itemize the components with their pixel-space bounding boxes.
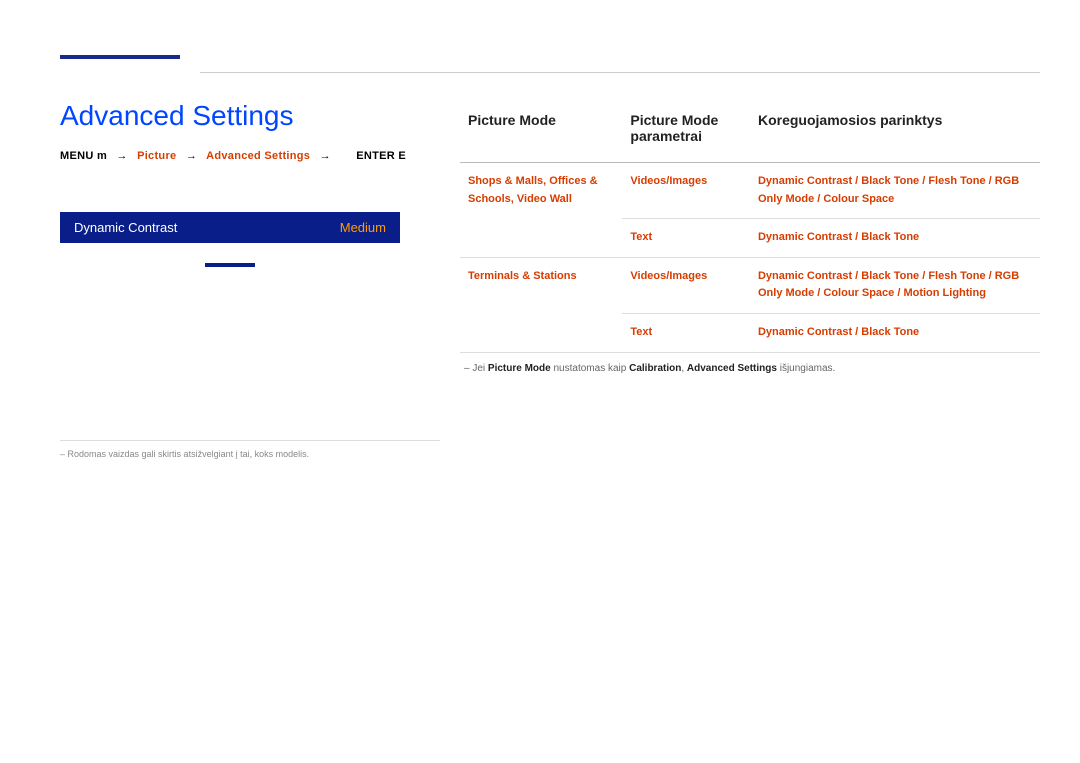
accent-bar bbox=[60, 55, 180, 59]
chevron-right-icon: → bbox=[320, 150, 331, 162]
breadcrumb-enter: ENTER E bbox=[356, 150, 406, 162]
chevron-right-icon: → bbox=[186, 150, 197, 162]
bottom-disclaimer: Rodomas vaizdas gali skirtis atsižvelgia… bbox=[60, 440, 440, 459]
footnote-bold: Calibration bbox=[629, 363, 681, 374]
table-header: Picture Mode bbox=[460, 100, 622, 163]
preview-row: Dynamic Contrast Medium bbox=[60, 212, 400, 243]
preview-value: Medium bbox=[340, 220, 386, 235]
cell: Videos/Images bbox=[622, 163, 750, 219]
footnote-text: nustatomas kaip bbox=[554, 363, 627, 374]
footnote-bold: Picture Mode bbox=[488, 363, 551, 374]
table-header: Koreguojamosios parinktys bbox=[750, 100, 1040, 163]
cell: Videos/Images bbox=[622, 257, 750, 313]
settings-table: Picture Mode Picture Mode parametrai Kor… bbox=[460, 100, 1040, 353]
cell: Text bbox=[622, 313, 750, 352]
preview-label: Dynamic Contrast bbox=[74, 220, 177, 235]
cell: Dynamic Contrast / Black Tone bbox=[750, 219, 1040, 258]
breadcrumb-step: Advanced Settings bbox=[206, 150, 310, 162]
footnote-text: išjungiamas. bbox=[780, 363, 836, 374]
cell: Dynamic Contrast / Black Tone bbox=[750, 313, 1040, 352]
breadcrumb-menu: MENU m bbox=[60, 150, 107, 162]
breadcrumb-step: Picture bbox=[137, 150, 176, 162]
preview-more-indicator bbox=[205, 263, 255, 267]
footnote-bold: Advanced Settings bbox=[687, 363, 777, 374]
footnote: – Jei Picture Mode nustatomas kaip Calib… bbox=[460, 363, 1040, 374]
top-divider bbox=[200, 72, 1040, 73]
cell: Text bbox=[622, 219, 750, 258]
cell: Dynamic Contrast / Black Tone / Flesh To… bbox=[750, 257, 1040, 313]
right-column: Picture Mode Picture Mode parametrai Kor… bbox=[460, 100, 1040, 374]
footnote-text: Jei bbox=[472, 363, 485, 374]
cell: Dynamic Contrast / Black Tone / Flesh To… bbox=[750, 163, 1040, 219]
cell: Terminals & Stations bbox=[460, 257, 622, 352]
table-header: Picture Mode parametrai bbox=[622, 100, 750, 163]
table-row: Terminals & Stations Videos/Images Dynam… bbox=[460, 257, 1040, 313]
footnote-text: , bbox=[681, 363, 684, 374]
chevron-right-icon: → bbox=[116, 150, 127, 162]
table-row: Shops & Malls, Offices & Schools, Video … bbox=[460, 163, 1040, 219]
cell: Shops & Malls, Offices & Schools, Video … bbox=[460, 163, 622, 258]
settings-preview: Dynamic Contrast Medium bbox=[60, 212, 400, 267]
